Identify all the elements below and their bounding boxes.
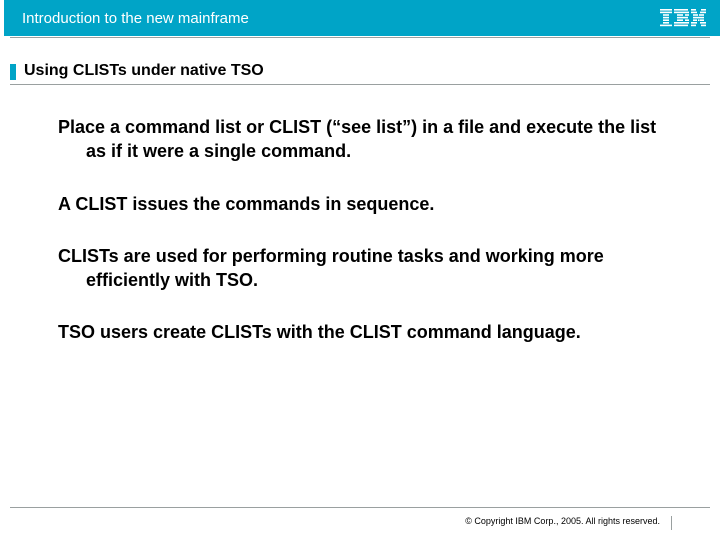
header-underline bbox=[10, 37, 710, 38]
title-accent bbox=[10, 64, 16, 80]
paragraph: CLISTs are used for performing routine t… bbox=[58, 244, 680, 293]
paragraph: TSO users create CLISTs with the CLIST c… bbox=[58, 320, 680, 344]
footer-divider bbox=[10, 507, 710, 508]
title-row: Using CLISTs under native TSO bbox=[10, 62, 710, 85]
paragraph: A CLIST issues the commands in sequence. bbox=[58, 192, 680, 216]
content-area: Place a command list or CLIST (“see list… bbox=[0, 85, 720, 345]
copyright-text: © Copyright IBM Corp., 2005. All rights … bbox=[465, 516, 660, 526]
header-bar: Introduction to the new mainframe bbox=[0, 0, 720, 36]
header-title: Introduction to the new mainframe bbox=[22, 10, 249, 27]
ibm-logo-icon bbox=[660, 9, 706, 27]
footer-tick bbox=[671, 516, 672, 530]
slide-title: Using CLISTs under native TSO bbox=[24, 62, 710, 80]
paragraph: Place a command list or CLIST (“see list… bbox=[58, 115, 680, 164]
